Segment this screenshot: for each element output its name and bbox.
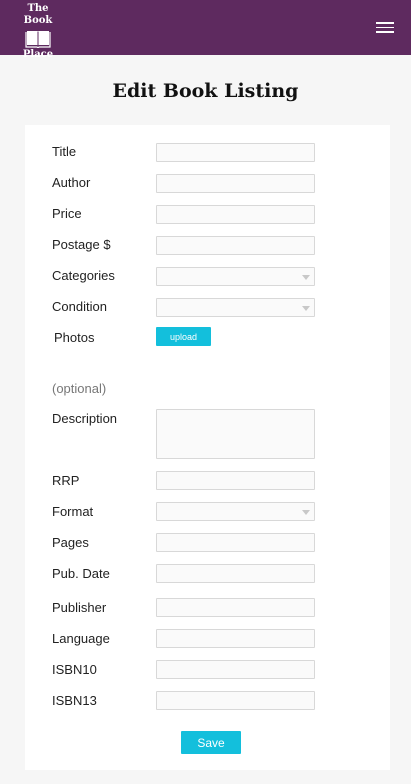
condition-label: Condition (52, 299, 107, 314)
categories-label: Categories (52, 268, 115, 283)
format-label: Format (52, 504, 94, 519)
page-title: Edit Book Listing (112, 80, 299, 102)
language-input[interactable] (156, 629, 315, 648)
top-bar: The Book Place (0, 0, 411, 60)
isbn13-label: ISBN13 (52, 693, 97, 708)
postage-label: Postage $ (52, 237, 111, 252)
author-label: Author (52, 175, 91, 190)
publisher-input[interactable] (156, 598, 315, 617)
upload-button[interactable]: upload (156, 327, 211, 346)
logo-text-bottom: Place (22, 49, 54, 60)
title-label: Title (52, 144, 77, 159)
pages-label: Pages (52, 535, 89, 550)
rrp-input[interactable] (156, 471, 315, 490)
condition-select[interactable] (156, 298, 315, 317)
pub-date-label: Pub. Date (52, 566, 110, 581)
isbn10-label: ISBN10 (52, 662, 97, 677)
postage-input[interactable] (156, 236, 315, 255)
format-select[interactable] (156, 502, 315, 521)
language-label: Language (52, 631, 110, 646)
price-input[interactable] (156, 205, 315, 224)
hamburger-menu-icon[interactable] (372, 17, 398, 37)
isbn13-input[interactable] (156, 691, 315, 710)
author-input[interactable] (156, 174, 315, 193)
logo-text-top: The Book (23, 3, 53, 26)
save-button[interactable]: Save (181, 731, 241, 754)
photos-label: Photos (54, 330, 95, 345)
description-label: Description (52, 411, 118, 426)
title-input[interactable] (156, 143, 315, 162)
description-textarea[interactable] (156, 409, 315, 459)
pub-date-input[interactable] (156, 564, 315, 583)
optional-label: (optional) (52, 381, 107, 396)
site-logo[interactable]: The Book Place (12, 3, 64, 60)
categories-select[interactable] (156, 267, 315, 286)
publisher-label: Publisher (52, 600, 107, 615)
rrp-label: RRP (52, 473, 80, 488)
pages-input[interactable] (156, 533, 315, 552)
isbn10-input[interactable] (156, 660, 315, 679)
price-label: Price (52, 206, 82, 221)
open-book-icon (25, 31, 51, 48)
